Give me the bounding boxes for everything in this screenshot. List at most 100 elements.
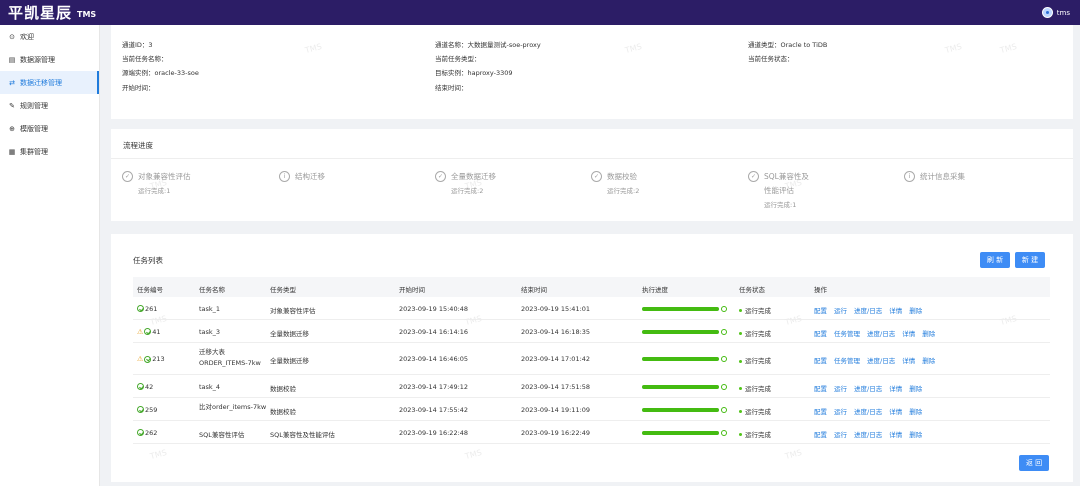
task-status: 运行完成	[739, 355, 771, 365]
task-name: 比对order_items-7kw	[199, 403, 267, 411]
task-id[interactable]: 262	[137, 429, 157, 437]
action-link[interactable]: 配置	[814, 305, 827, 315]
row-actions: 配置 运行 进度/日志 详情 删除	[814, 383, 929, 393]
column-header: 操作	[814, 286, 827, 294]
progress-fill	[642, 407, 719, 412]
status-text: 运行完成	[745, 329, 771, 338]
refresh-button[interactable]: 刷 新	[980, 252, 1010, 268]
action-link[interactable]: 配置	[814, 406, 827, 416]
action-link[interactable]: 运行	[834, 406, 847, 416]
progress-bar	[642, 407, 719, 412]
action-link[interactable]: 任务管理	[834, 355, 860, 365]
task-status: 运行完成	[739, 305, 771, 315]
table-row: 259 比对order_items-7kw 数据校验 2023-09-14 17:55…	[133, 398, 1050, 421]
progress-fill	[642, 357, 719, 361]
column-header: 任务名称	[199, 286, 225, 294]
globe-icon: ⊕	[9, 124, 15, 133]
action-link[interactable]: 运行	[834, 305, 847, 315]
action-link[interactable]: 详情	[889, 406, 902, 416]
action-link[interactable]: 进度/日志	[867, 328, 895, 338]
row-actions: 配置 运行 进度/日志 详情 删除	[814, 406, 929, 416]
sidebar-item-label: 集群管理	[20, 147, 48, 156]
channel-id: 通道ID：3	[122, 41, 153, 49]
action-link[interactable]: 配置	[814, 429, 827, 439]
action-link[interactable]: 详情	[889, 383, 902, 393]
action-link[interactable]: 配置	[814, 383, 827, 393]
task-id-text: 41	[152, 327, 161, 336]
task-name: SQL兼容性评估	[199, 430, 245, 439]
column-header: 任务编号	[137, 286, 163, 294]
action-link[interactable]: 删除	[909, 305, 922, 315]
task-list-card: 任务列表 刷 新 新 建 返 回 任务编号 任务名称 任务类型 开始时间 结束时间 执行进…	[111, 234, 1073, 482]
user-menu[interactable]: tms	[1041, 7, 1070, 18]
end-time: 结束时间：	[435, 84, 468, 92]
start-time: 2023-09-14 17:49:12	[399, 382, 469, 391]
task-type: SQL兼容性及性能评估	[270, 430, 335, 439]
action-link[interactable]: 进度/日志	[854, 383, 882, 393]
end-time: 2023-09-14 17:51:58	[521, 382, 591, 391]
info-circle-icon: i	[904, 171, 915, 182]
action-link[interactable]: 运行	[834, 383, 847, 393]
sidebar-item-label: 数据迁移管理	[20, 78, 62, 87]
sidebar-item-label: 数据源管理	[20, 55, 55, 64]
action-link[interactable]: 删除	[909, 406, 922, 416]
new-task-button[interactable]: 新 建	[1015, 252, 1045, 268]
action-link[interactable]: 删除	[909, 429, 922, 439]
brand-sub: TMS	[77, 9, 97, 19]
start-time: 2023-09-14 17:55:42	[399, 405, 469, 414]
sidebar-item[interactable]: ▦ 集群管理	[0, 140, 99, 163]
action-link[interactable]: 详情	[902, 328, 915, 338]
action-link[interactable]: 详情	[889, 305, 902, 315]
action-link[interactable]: 删除	[922, 355, 935, 365]
status-text: 运行完成	[745, 357, 771, 365]
action-link[interactable]: 详情	[889, 429, 902, 439]
start-time: 2023-09-14 16:46:05	[399, 355, 469, 363]
sidebar-item[interactable]: ▤ 数据源管理	[0, 48, 99, 71]
task-id[interactable]: 259	[137, 406, 157, 414]
progress-bar	[642, 430, 719, 435]
action-link[interactable]: 进度/日志	[854, 429, 882, 439]
task-type: 数据校验	[270, 407, 296, 416]
check-circle-icon: ✓	[435, 171, 446, 182]
task-id[interactable]: 42	[137, 383, 153, 391]
back-button[interactable]: 返 回	[1019, 455, 1049, 471]
sidebar-item[interactable]: ✎ 规则管理	[0, 94, 99, 117]
action-link[interactable]: 删除	[909, 383, 922, 393]
check-circle-icon: ✓	[122, 171, 133, 182]
avatar-icon	[1041, 7, 1053, 18]
row-actions: 配置 任务管理 进度/日志 详情 删除	[814, 355, 942, 365]
action-link[interactable]: 任务管理	[834, 328, 860, 338]
table-row: 262 SQL兼容性评估 SQL兼容性及性能评估 2023-09-19 16:22:4…	[133, 421, 1050, 444]
flow-step-head: i 统计信息采集	[904, 171, 965, 182]
task-id[interactable]: ⚠ 213	[137, 355, 165, 363]
column-header: 结束时间	[521, 286, 547, 294]
task-type: 全量数据迁移	[270, 329, 309, 338]
progress-bar	[642, 357, 719, 361]
check-circle-icon	[144, 355, 152, 363]
action-link[interactable]: 详情	[902, 355, 915, 365]
start-time: 2023-09-14 16:14:16	[399, 327, 469, 336]
top-header: 平凯星辰 TMS tms	[0, 0, 1080, 25]
task-name: task_3	[199, 327, 221, 336]
action-link[interactable]: 进度/日志	[854, 305, 882, 315]
status-text: 运行完成	[745, 306, 771, 315]
status-text: 运行完成	[745, 407, 771, 416]
action-link[interactable]: 删除	[922, 328, 935, 338]
task-id[interactable]: 261	[137, 305, 157, 313]
sidebar-item[interactable]: ⊕ 模版管理	[0, 117, 99, 140]
action-link[interactable]: 配置	[814, 328, 827, 338]
progress-bar	[642, 384, 719, 389]
progress-fill	[642, 384, 719, 389]
flow-step: ✓ 数据校验 运行完成:2	[591, 171, 639, 195]
sidebar-item-label: 欢迎	[20, 32, 34, 41]
task-id[interactable]: ⚠ 41	[137, 328, 161, 336]
status-dot-icon	[739, 410, 742, 413]
action-link[interactable]: 运行	[834, 429, 847, 439]
flow-step-head: i 结构迁移	[279, 171, 325, 182]
clock-icon: ⊙	[9, 32, 15, 41]
action-link[interactable]: 配置	[814, 355, 827, 365]
sidebar-item[interactable]: ⇄ 数据迁移管理	[0, 71, 99, 94]
action-link[interactable]: 进度/日志	[854, 406, 882, 416]
sidebar-item[interactable]: ⊙ 欢迎	[0, 25, 99, 48]
action-link[interactable]: 进度/日志	[867, 355, 895, 365]
